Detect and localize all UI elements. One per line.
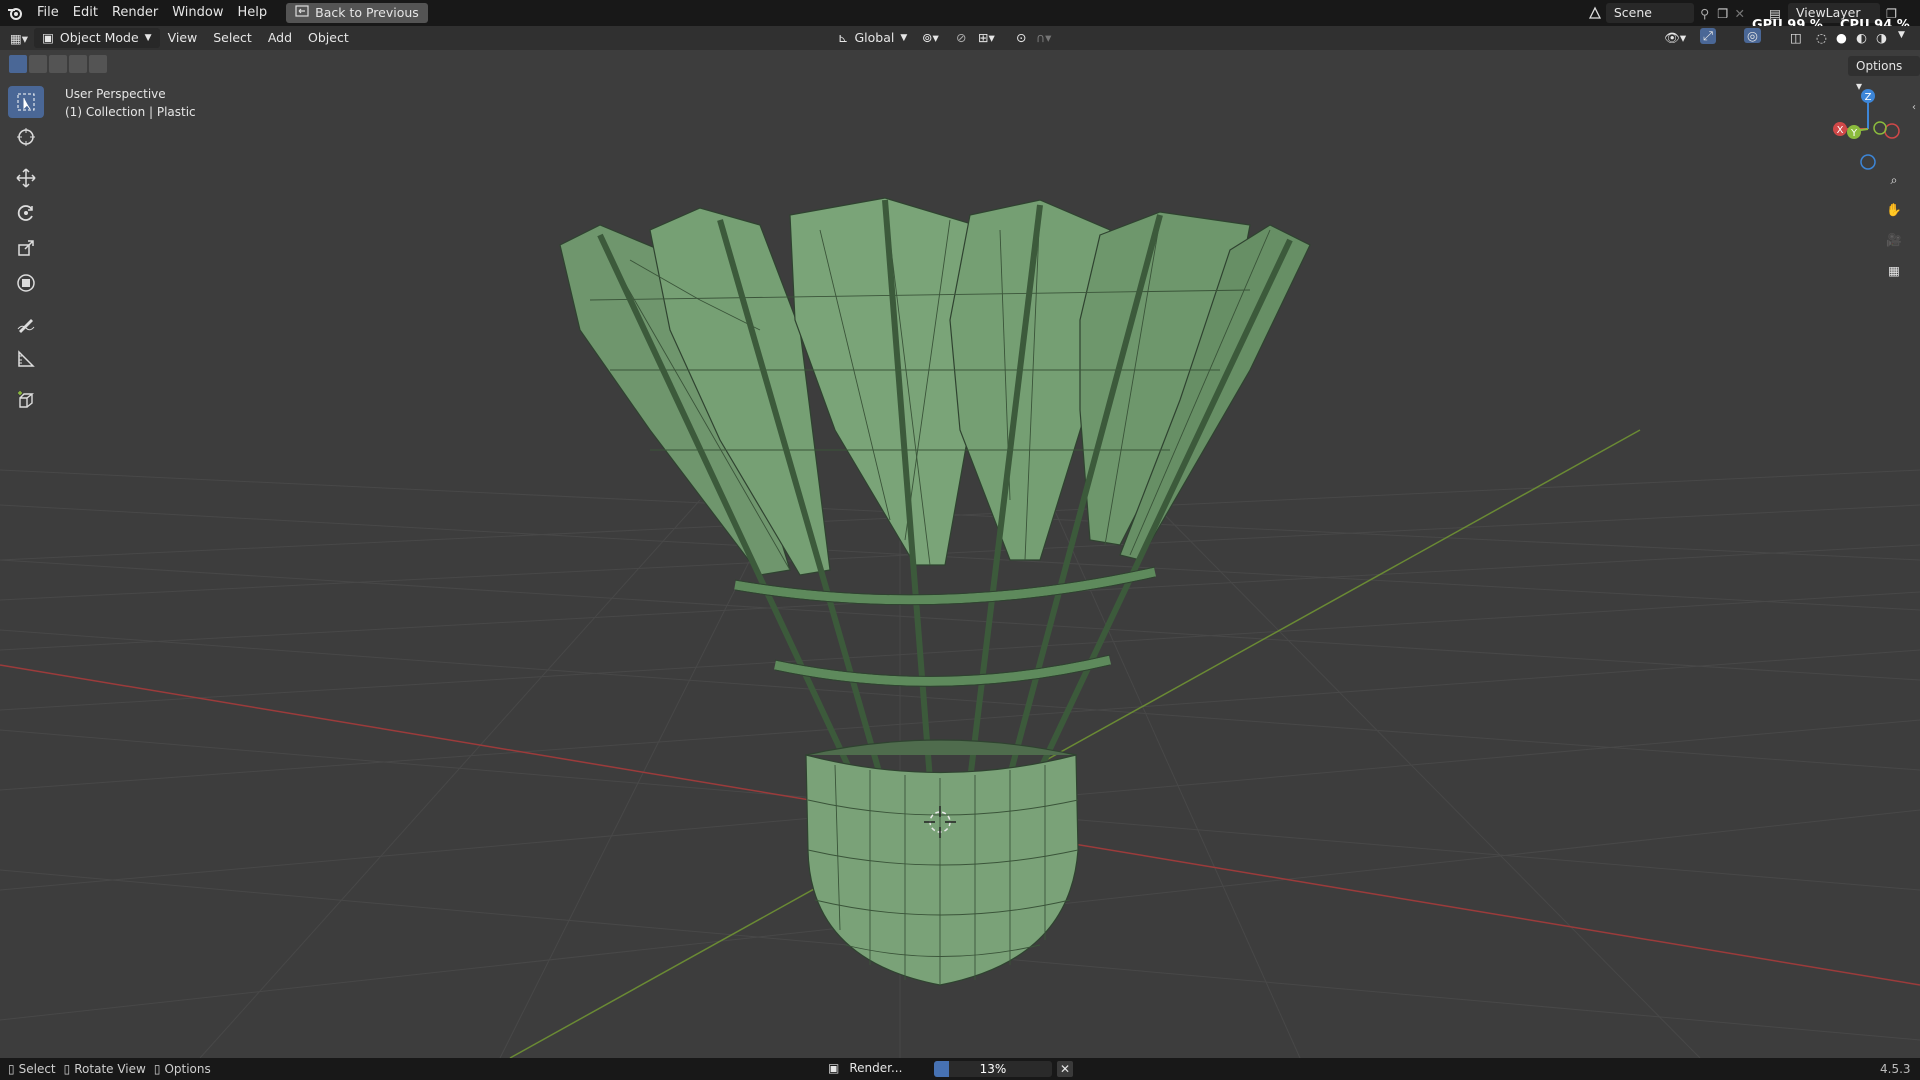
pan-hand-icon[interactable]: ✋ bbox=[1881, 197, 1907, 223]
neg-x-axis-handle bbox=[1884, 123, 1900, 139]
top-bar: File Edit Render Window Help Back to Pre… bbox=[0, 0, 1920, 33]
new-scene-icon[interactable]: ❐ bbox=[1717, 6, 1728, 21]
select-mode-buttons bbox=[9, 55, 107, 73]
transform-tool-icon[interactable] bbox=[8, 267, 44, 299]
sidebar-toggle-icon[interactable]: ‹ bbox=[1912, 102, 1916, 113]
pivot-icon[interactable]: ⊚▾ bbox=[922, 30, 939, 45]
solid-shading-icon[interactable]: ● bbox=[1836, 30, 1847, 45]
options-dropdown[interactable]: Options ▾ bbox=[1848, 56, 1920, 93]
menu-help[interactable]: Help bbox=[231, 0, 275, 26]
measure-tool-icon[interactable] bbox=[8, 343, 44, 375]
options-label: Options bbox=[1856, 59, 1903, 73]
mouse-left-icon: ▯ bbox=[8, 1062, 15, 1076]
add-cube-tool-icon[interactable] bbox=[8, 384, 44, 416]
rotate-tool-icon[interactable] bbox=[8, 197, 44, 229]
status-options-label: Options bbox=[164, 1062, 211, 1076]
left-toolbar bbox=[8, 86, 46, 419]
render-progress-text: 13% bbox=[979, 1062, 1007, 1076]
close-scene-icon[interactable]: ✕ bbox=[1735, 6, 1745, 21]
z-axis-label: Z bbox=[1865, 92, 1872, 103]
neg-y-axis-handle bbox=[1873, 121, 1887, 135]
scene-name-field[interactable]: Scene bbox=[1605, 3, 1695, 23]
status-rotate-label: Rotate View bbox=[74, 1062, 146, 1076]
viewport-header: ▦▾ ▣ Object Mode ▼ View Select Add Objec… bbox=[0, 26, 1920, 50]
status-rotate: ▯ Rotate View bbox=[64, 1062, 146, 1076]
back-label: Back to Previous bbox=[315, 5, 419, 20]
menu-edit[interactable]: Edit bbox=[66, 0, 105, 26]
mode-label: Object Mode bbox=[59, 30, 139, 45]
zoom-icon[interactable]: ⌕ bbox=[1881, 167, 1907, 193]
view-perspective-label: User Perspective bbox=[65, 87, 166, 101]
object-mode-icon: ▣ bbox=[42, 30, 54, 45]
select-new-button[interactable] bbox=[9, 55, 27, 73]
rendered-shading-icon[interactable]: ◑ bbox=[1876, 30, 1887, 45]
select-intersect-button[interactable] bbox=[89, 55, 107, 73]
material-shading-icon[interactable]: ◐ bbox=[1856, 30, 1867, 45]
wireframe-shading-icon[interactable]: ◌ bbox=[1816, 30, 1827, 45]
select-invert-button[interactable] bbox=[69, 55, 87, 73]
transform-orientation-dropdown[interactable]: ⊾ Global ▼ bbox=[838, 28, 907, 48]
editor-type-icon[interactable]: ▦▾ bbox=[10, 31, 28, 46]
overlay-toggle-icon[interactable]: ◎ bbox=[1744, 28, 1761, 43]
status-options: ▯ Options bbox=[154, 1062, 211, 1076]
perspective-toggle-icon[interactable]: ▦ bbox=[1881, 257, 1907, 283]
scale-tool-icon[interactable] bbox=[8, 232, 44, 264]
back-icon bbox=[295, 3, 309, 23]
menu-window[interactable]: Window bbox=[165, 0, 230, 26]
menu-file[interactable]: File bbox=[30, 0, 66, 26]
mode-dropdown[interactable]: ▣ Object Mode ▼ bbox=[34, 28, 160, 48]
menu-add[interactable]: Add bbox=[260, 26, 300, 50]
xray-icon[interactable]: ◫ bbox=[1790, 30, 1802, 45]
navigation-gizmo[interactable]: Z X Y bbox=[1828, 86, 1908, 176]
status-select: ▯ Select bbox=[8, 1062, 56, 1076]
chevron-down-icon: ▼ bbox=[900, 33, 908, 43]
select-box-tool-icon[interactable] bbox=[8, 86, 44, 118]
menu-object[interactable]: Object bbox=[300, 26, 357, 50]
select-subtract-button[interactable] bbox=[49, 55, 67, 73]
orientation-icon: ⊾ bbox=[838, 30, 849, 45]
x-axis-label: X bbox=[1837, 125, 1844, 136]
move-tool-icon[interactable] bbox=[8, 162, 44, 194]
neg-z-axis-handle bbox=[1860, 154, 1876, 170]
y-axis-label: Y bbox=[1850, 128, 1858, 139]
back-to-previous-button[interactable]: Back to Previous bbox=[286, 3, 428, 23]
cancel-render-icon[interactable]: ✕ bbox=[1057, 1061, 1073, 1077]
collection-label: (1) Collection | Plastic bbox=[65, 105, 196, 119]
menu-render[interactable]: Render bbox=[105, 0, 165, 26]
scene-icon bbox=[1585, 6, 1606, 20]
orientation-label: Global bbox=[854, 30, 895, 45]
status-select-label: Select bbox=[18, 1062, 56, 1076]
select-extend-button[interactable] bbox=[29, 55, 47, 73]
camera-view-icon[interactable]: 🎥 bbox=[1881, 227, 1907, 253]
proportional-edit-icon[interactable]: ⊙ bbox=[1016, 30, 1026, 45]
snap-icon[interactable]: ⊘ bbox=[956, 30, 966, 45]
snap-target-icon[interactable]: ⊞▾ bbox=[978, 30, 995, 45]
blender-logo-icon[interactable] bbox=[0, 0, 30, 26]
render-progress-bar: 13% bbox=[934, 1061, 1052, 1077]
scene-selector[interactable]: Scene ⚲ ❐ ✕ bbox=[1585, 3, 1745, 23]
mouse-right-icon: ▯ bbox=[153, 1062, 161, 1076]
render-job: ▣ Render... bbox=[828, 1061, 902, 1075]
shuttlecock-mesh bbox=[559, 197, 1311, 986]
3d-viewport[interactable]: User Perspective (1) Collection | Plasti… bbox=[0, 50, 1920, 1058]
viewport-canvas[interactable] bbox=[0, 50, 1920, 1058]
chevron-down-icon: ▼ bbox=[144, 33, 152, 43]
gizmo-toggle-icon[interactable]: ⤢ bbox=[1700, 28, 1717, 44]
render-window-icon: ▣ bbox=[828, 1061, 840, 1075]
falloff-icon[interactable]: ∩▾ bbox=[1036, 30, 1051, 45]
visibility-icon[interactable]: 👁▾ bbox=[1664, 30, 1686, 46]
pin-icon[interactable]: ⚲ bbox=[1700, 6, 1709, 21]
cursor-tool-icon[interactable] bbox=[8, 121, 44, 153]
cork-base bbox=[805, 754, 1079, 986]
mouse-middle-icon: ▯ bbox=[63, 1062, 71, 1076]
annotate-tool-icon[interactable] bbox=[8, 308, 44, 340]
menu-select[interactable]: Select bbox=[205, 26, 260, 50]
shading-options-icon[interactable]: ▼ bbox=[1898, 30, 1905, 40]
version-label: 4.5.3 bbox=[1880, 1062, 1911, 1076]
menu-view[interactable]: View bbox=[160, 26, 206, 50]
render-job-label: Render... bbox=[849, 1061, 903, 1075]
